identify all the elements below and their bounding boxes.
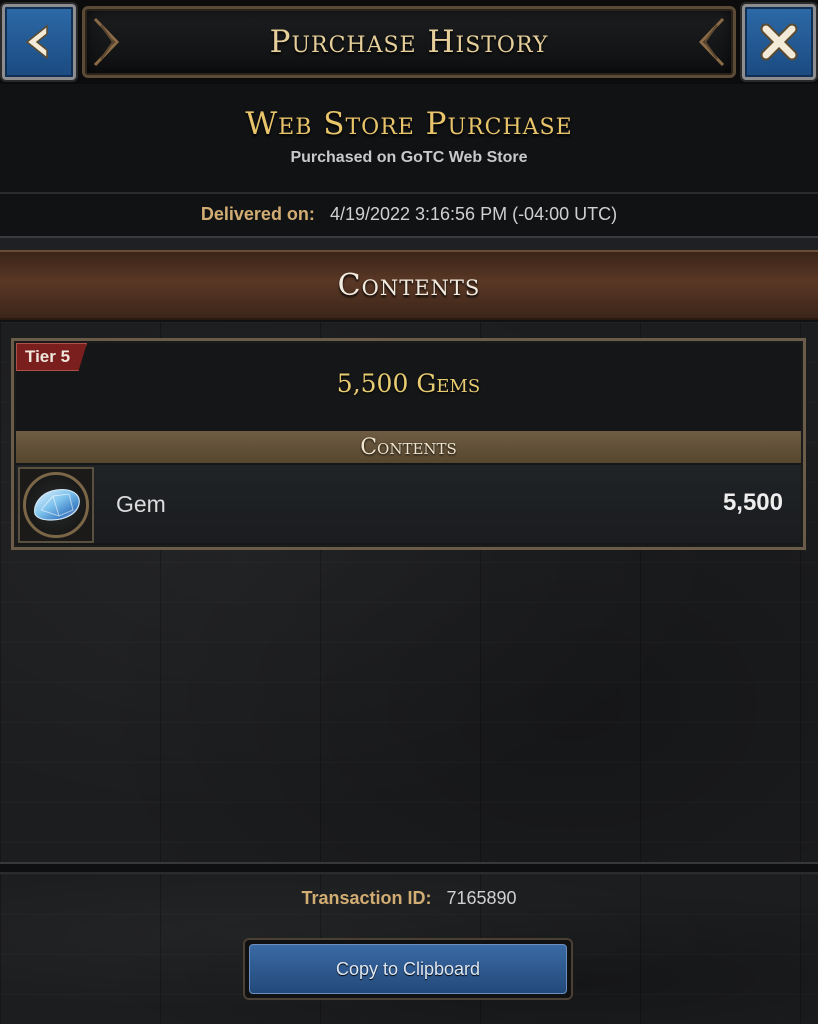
title-bar: Purchase History [0,0,818,84]
divider [0,236,818,250]
footer: Transaction ID: 7165890 Copy to Clipboar… [0,874,818,1024]
bundle-contents-bar: Contents [16,431,801,463]
bundle-contents-heading: Contents [360,434,457,460]
tier-label: Tier 5 [25,347,71,366]
bundle-name: 5,500 Gems [336,369,481,398]
ornament-icon [93,17,120,67]
contents-heading: Contents [337,267,481,303]
tier-badge: Tier 5 [16,343,88,371]
arrow-left-icon [25,24,48,60]
contents-banner: Contents [0,250,818,320]
copy-button-label: Copy to Clipboard [335,958,481,979]
ornament-icon [698,17,725,67]
divider [0,862,818,874]
close-button[interactable] [742,4,816,80]
purchase-type-title: Web Store Purchase [245,106,573,142]
close-x-icon [760,23,798,61]
delivered-value: 4/19/2022 3:16:56 PM (-04:00 UTC) [329,204,618,224]
purchase-source: Purchased on GoTC Web Store [290,149,528,166]
gem-icon [34,489,80,521]
copy-to-clipboard-button[interactable]: Copy to Clipboard [243,938,573,1000]
delivered-row: Delivered on: 4/19/2022 3:16:56 PM (-04:… [0,204,818,225]
item-quantity: 5,500 [722,489,783,516]
list-item: Gem 5,500 [16,465,801,543]
back-button[interactable] [2,4,76,80]
item-icon-ring [23,472,89,538]
bundle-card: Tier 5 5,500 Gems Contents Gem 5,500 [11,338,806,550]
page-title: Purchase History [269,24,549,60]
item-name: Gem [116,491,166,517]
purchase-header: Web Store Purchase Purchased on GoTC Web… [0,84,818,236]
divider [0,192,818,194]
transaction-row: Transaction ID: 7165890 [0,888,818,909]
transaction-id: 7165890 [446,888,517,908]
copy-button-face[interactable]: Copy to Clipboard [249,944,567,994]
contents-area: Tier 5 5,500 Gems Contents Gem 5,500 [0,322,818,870]
title-plate: Purchase History [82,6,736,78]
item-icon-frame [18,467,94,543]
delivered-label: Delivered on: [200,204,315,224]
transaction-label: Transaction ID: [301,888,432,908]
